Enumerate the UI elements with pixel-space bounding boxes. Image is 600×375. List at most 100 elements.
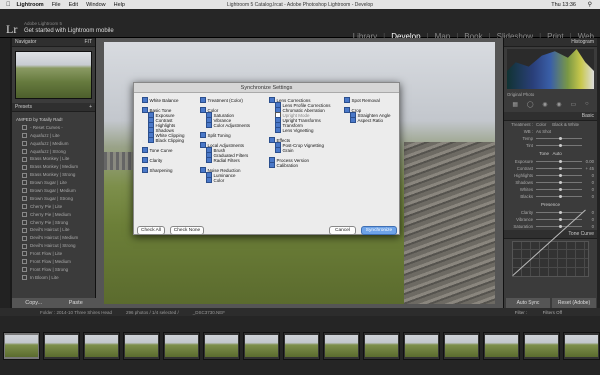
preset-item[interactable]: Front Flow | Lite: [12, 250, 95, 258]
develop-slider[interactable]: Blacks 0: [504, 193, 597, 200]
preset-item[interactable]: Cherry Pie | Strong: [12, 219, 95, 227]
develop-slider[interactable]: Highlights 0: [504, 172, 597, 179]
filmstrip-thumbnail[interactable]: [483, 331, 520, 360]
preset-item[interactable]: Cherry Pie | Medium: [12, 211, 95, 219]
treatment-bw[interactable]: Black & White: [552, 122, 579, 127]
preset-item[interactable]: - Reset Curves -: [12, 124, 95, 132]
navigator-header[interactable]: Navigator FIT: [12, 38, 95, 47]
develop-slider[interactable]: Exposure 0.00: [504, 158, 597, 165]
filmstrip-thumbnail[interactable]: [443, 331, 480, 360]
reset-button[interactable]: Reset (Adobe): [552, 298, 596, 308]
sync-checkbox[interactable]: Tone Curve: [142, 147, 173, 153]
filmstrip-thumbnail[interactable]: [283, 331, 320, 360]
preset-item[interactable]: AMPED by Totally Rad!: [12, 116, 95, 124]
identity-plate: Lr Adobe Lightroom 5 Get started with Li…: [0, 9, 600, 41]
sync-checkbox[interactable]: Treatment (Color): [200, 97, 243, 103]
tone-label: Tone Auto: [539, 151, 562, 156]
left-edge-toggle[interactable]: [0, 38, 10, 308]
histogram-header[interactable]: Histogram: [504, 38, 597, 47]
folder-source[interactable]: Folder : 2014-10 Three Shires Head: [40, 310, 112, 315]
preset-item[interactable]: Brass Monkey | Lite: [12, 155, 95, 163]
develop-slider[interactable]: Vibrance 0: [504, 216, 597, 223]
auto-tone-button[interactable]: Auto: [553, 151, 562, 156]
preset-item[interactable]: Brown Sugar | Medium: [12, 187, 95, 195]
preset-item[interactable]: In Bloom | Lite: [12, 274, 95, 282]
sync-checkbox[interactable]: Spot Removal: [344, 97, 380, 103]
tool-strip: ▦ ◯ ◉ ◉ ▭ ○: [508, 101, 593, 108]
sync-checkbox[interactable]: Calibration: [269, 162, 299, 168]
basic-header[interactable]: Basic: [504, 112, 597, 121]
filmstrip-thumbnail[interactable]: [3, 331, 40, 360]
spot-tool-icon[interactable]: ◉: [542, 101, 547, 108]
preset-item[interactable]: Cherry Pie | Lite: [12, 203, 95, 211]
preset-item[interactable]: Devil's Haircut | Strong: [12, 242, 95, 250]
spotlight-icon[interactable]: ⚲: [588, 1, 592, 8]
sync-checkbox[interactable]: Aspect Ratio: [350, 117, 384, 123]
gradient-tool-icon[interactable]: ▭: [570, 101, 576, 108]
grid-tool-icon[interactable]: ▦: [512, 101, 518, 108]
crop-tool-icon[interactable]: ◯: [527, 101, 534, 108]
preset-item[interactable]: Brown Sugar | Lite: [12, 179, 95, 187]
paste-button[interactable]: Paste: [69, 300, 83, 306]
develop-slider[interactable]: Shadows 0: [504, 179, 597, 186]
filmstrip-thumbnail[interactable]: [163, 331, 200, 360]
original-photo-label[interactable]: Original Photo: [507, 92, 534, 97]
redeye-tool-icon[interactable]: ◉: [556, 101, 561, 108]
right-panel: Histogram Original Photo ▦ ◯ ◉ ◉ ▭ ○ Bas…: [503, 38, 597, 308]
develop-slider[interactable]: Tint: [504, 142, 597, 149]
left-panel: Navigator FIT Presets + AMPED by Totally R…: [12, 38, 96, 308]
preset-item[interactable]: Aquafuzz | Medium: [12, 140, 95, 148]
check-none-button[interactable]: Check None: [170, 226, 204, 235]
preset-item[interactable]: Devil's Haircut | Lite: [12, 226, 95, 234]
preset-item[interactable]: Brass Monkey | Strong: [12, 171, 95, 179]
sync-checkbox[interactable]: White Balance: [142, 97, 179, 103]
filter-label: Filter :: [514, 309, 528, 315]
filmstrip-thumbnail[interactable]: [363, 331, 400, 360]
develop-slider[interactable]: Contrast + 45: [504, 165, 597, 172]
copy-button[interactable]: Copy...: [25, 300, 42, 306]
sync-checkbox[interactable]: Lens Vignetting: [275, 127, 314, 133]
preset-item[interactable]: Front Flow | Medium: [12, 258, 95, 266]
copy-paste-bar: Copy... Paste: [12, 298, 96, 308]
preset-item[interactable]: Brass Monkey | Medium: [12, 163, 95, 171]
filmstrip-thumbnail[interactable]: [203, 331, 240, 360]
preset-item[interactable]: Devil's Haircut | Medium: [12, 234, 95, 242]
sync-checkbox[interactable]: Grain: [275, 147, 294, 153]
preset-item[interactable]: Aquafuzz | Lite: [12, 132, 95, 140]
check-all-button[interactable]: Check All: [137, 226, 165, 235]
filmstrip-thumbnail[interactable]: [563, 331, 600, 360]
wb-select[interactable]: As Shot: [536, 129, 551, 134]
sync-checkbox[interactable]: Split Toning: [200, 132, 231, 138]
filmstrip-thumbnail[interactable]: [323, 331, 360, 360]
sync-checkbox[interactable]: Black Clipping: [148, 137, 185, 143]
filmstrip-thumbnail[interactable]: [403, 331, 440, 360]
preset-item[interactable]: Brown Sugar | Strong: [12, 195, 95, 203]
filmstrip-thumbnail[interactable]: [243, 331, 280, 360]
cancel-button[interactable]: Cancel: [329, 226, 356, 235]
sync-checkbox[interactable]: Radial Filters: [206, 157, 240, 163]
sync-checkbox[interactable]: Clarity: [142, 157, 163, 163]
preset-item[interactable]: Front Flow | Strong: [12, 266, 95, 274]
filter-select[interactable]: Filters Off: [543, 310, 562, 315]
synchronize-button[interactable]: Synchronize: [361, 226, 397, 235]
tone-curve-header[interactable]: Tone Curve: [504, 230, 597, 239]
identity-line-2[interactable]: Get started with Lightroom mobile: [24, 28, 114, 34]
develop-slider[interactable]: Whites 0: [504, 186, 597, 193]
histogram: [507, 49, 594, 89]
filmstrip-thumbnail[interactable]: [123, 331, 160, 360]
treatment-color[interactable]: Color: [536, 122, 546, 127]
filmstrip-thumbnail[interactable]: [83, 331, 120, 360]
brush-tool-icon[interactable]: ○: [585, 101, 589, 108]
filmstrip-thumbnail[interactable]: [523, 331, 560, 360]
auto-sync-button[interactable]: Auto Sync: [506, 298, 550, 308]
tone-curve-graph[interactable]: [512, 241, 589, 277]
navigator-preview[interactable]: [15, 51, 92, 99]
sync-checkbox[interactable]: Color Adjustments: [206, 122, 251, 128]
presets-header[interactable]: Presets +: [12, 103, 95, 112]
sync-checkbox[interactable]: Sharpening: [142, 167, 173, 173]
develop-slider[interactable]: Temp: [504, 135, 597, 142]
develop-slider[interactable]: Saturation 0: [504, 223, 597, 230]
filmstrip-thumbnail[interactable]: [43, 331, 80, 360]
sync-checkbox[interactable]: Color: [206, 177, 225, 183]
preset-item[interactable]: Aquafuzz | Strong: [12, 148, 95, 156]
